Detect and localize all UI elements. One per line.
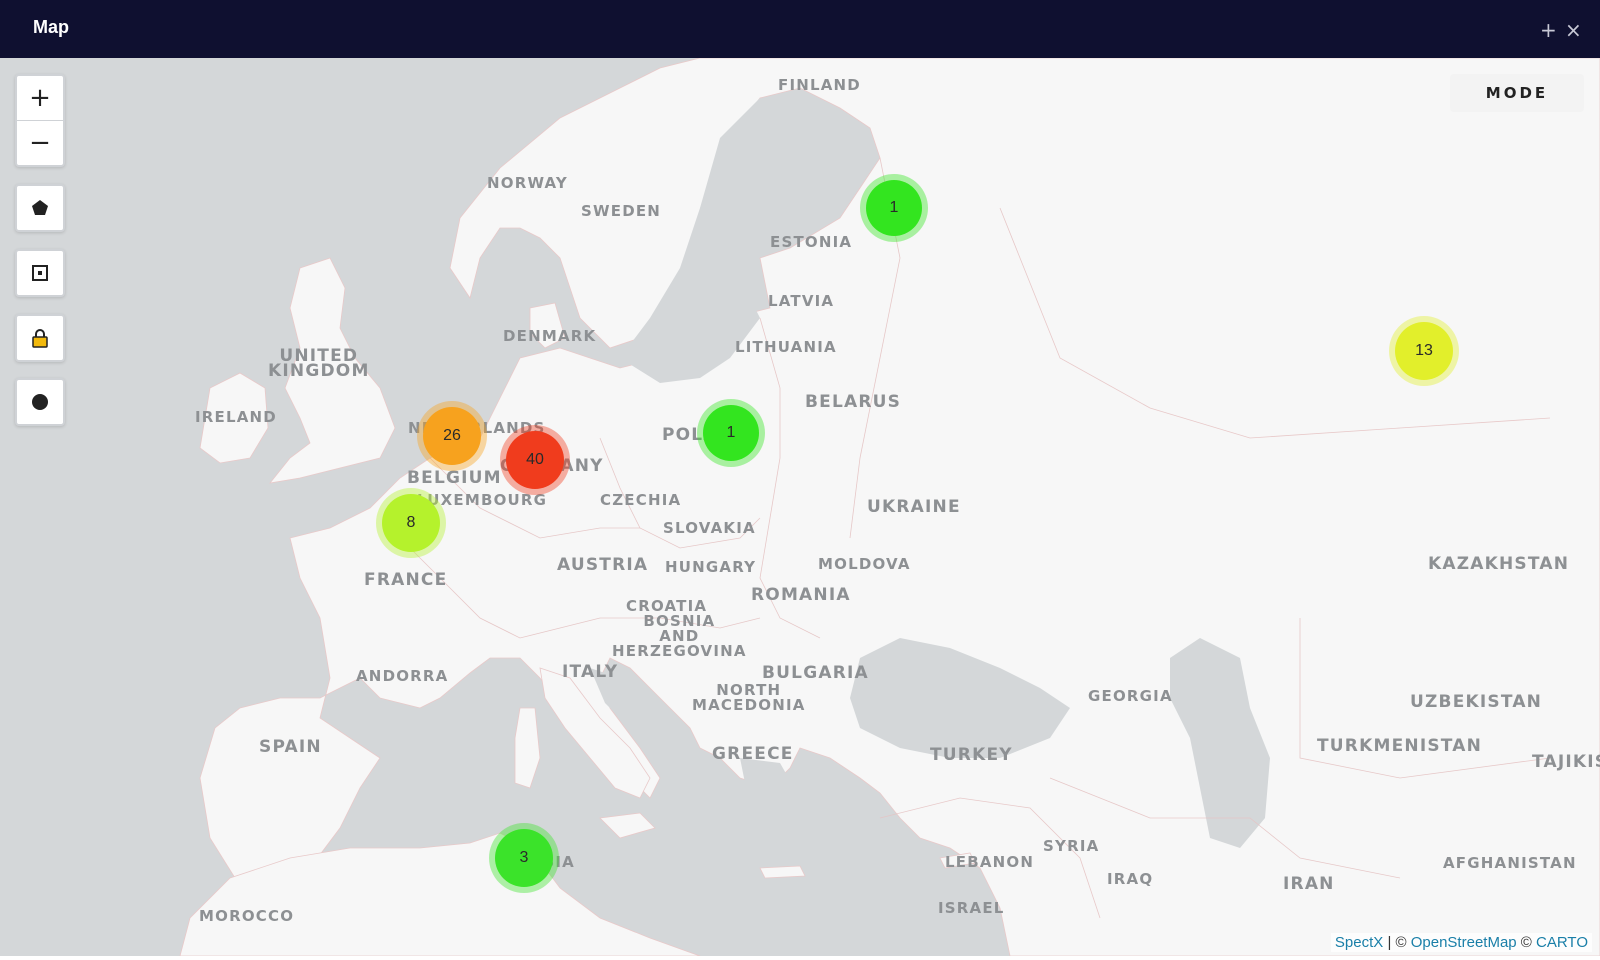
lock-icon [32, 329, 48, 348]
label-afghanistan: AFGHANISTAN [1443, 854, 1577, 872]
label-romania: ROMANIA [751, 585, 851, 605]
rectangle-tool [15, 249, 65, 297]
label-france: FRANCE [364, 570, 448, 590]
label-tajikistan: TAJIKIS [1532, 752, 1600, 772]
cluster-count: 40 [526, 451, 544, 468]
cluster-count: 26 [443, 427, 461, 444]
cluster-russia-urals[interactable]: 13 [1395, 322, 1453, 380]
zoom-control: + − [15, 74, 65, 167]
square-select-icon [32, 265, 48, 281]
rectangle-tool-button[interactable] [17, 251, 63, 295]
label-uzbekistan: UZBEKISTAN [1410, 692, 1543, 712]
window-title: Map [33, 17, 69, 37]
circle-tool-button[interactable] [17, 380, 63, 424]
label-ukraine: UKRAINE [867, 497, 961, 517]
label-kazakhstan: KAZAKHSTAN [1428, 554, 1570, 574]
cluster-count: 13 [1415, 342, 1433, 359]
label-bulgaria: BULGARIA [762, 663, 869, 683]
polygon-tool [15, 184, 65, 232]
lock-button[interactable] [17, 316, 63, 360]
mode-button[interactable]: MODE [1450, 74, 1584, 112]
label-morocco: MOROCCO [199, 907, 295, 925]
cluster-count: 3 [519, 849, 529, 866]
spectx-link[interactable]: SpectX [1335, 934, 1383, 951]
cluster-netherlands[interactable]: 26 [423, 407, 481, 465]
cluster-france[interactable]: 8 [382, 494, 440, 552]
label-denmark: DENMARK [503, 327, 597, 345]
label-united-kingdom: UNITED KINGDOM [268, 346, 370, 381]
label-turkey: TURKEY [930, 745, 1013, 765]
zoom-in-button[interactable]: + [17, 76, 63, 120]
label-syria: SYRIA [1043, 837, 1100, 855]
circle-icon [32, 394, 48, 410]
close-icon[interactable]: × [1565, 20, 1582, 40]
label-czechia: CZECHIA [600, 491, 682, 509]
circle-tool [15, 378, 65, 426]
land-crete [759, 865, 806, 879]
label-spain: SPAIN [259, 737, 322, 757]
label-luxembourg: LUXEMBOURG [417, 491, 548, 509]
label-estonia: ESTONIA [770, 233, 853, 251]
map-view[interactable]: FINLAND NORWAY SWEDEN ESTONIA LATVIA DEN… [0, 58, 1600, 956]
label-italy: ITALY [562, 662, 619, 682]
attribution-separator: | © [1383, 934, 1411, 951]
label-norway: NORWAY [487, 174, 568, 192]
label-sweden: SWEDEN [581, 202, 662, 220]
cluster-germany[interactable]: 40 [506, 431, 564, 489]
label-ireland: IRELAND [195, 408, 277, 426]
polygon-tool-button[interactable] [17, 186, 63, 230]
label-north-macedonia: NORTH MACEDONIA [692, 681, 806, 714]
title-bar: Map + × [0, 0, 1600, 58]
polygon-icon [32, 200, 48, 215]
label-moldova: MOLDOVA [818, 555, 911, 573]
land-corsica-sardinia [514, 707, 541, 789]
label-latvia: LATVIA [768, 292, 835, 310]
cluster-russia-northwest[interactable]: 1 [866, 180, 922, 236]
label-bosnia-and-herzegovina: BOSNIA AND HERZEGOVINA [612, 612, 747, 660]
openstreetmap-link[interactable]: OpenStreetMap [1411, 934, 1517, 951]
label-slovakia: SLOVAKIA [663, 519, 756, 537]
add-panel-icon[interactable]: + [1540, 20, 1557, 40]
lock-tool [15, 314, 65, 362]
cluster-count: 1 [726, 424, 736, 441]
label-finland: FINLAND [778, 76, 861, 94]
label-lithuania: LITHUANIA [735, 338, 837, 356]
attribution-separator: © [1516, 934, 1537, 951]
cluster-count: 1 [889, 199, 899, 216]
label-georgia: GEORGIA [1088, 687, 1173, 705]
label-belarus: BELARUS [805, 392, 902, 412]
land-sicily [599, 812, 656, 839]
label-lebanon: LEBANON [945, 853, 1035, 871]
zoom-out-button[interactable]: − [17, 120, 63, 165]
cluster-tunisia[interactable]: 3 [495, 829, 553, 887]
label-israel: ISRAEL [938, 899, 1005, 917]
label-belgium: BELGIUM [407, 468, 502, 488]
label-iraq: IRAQ [1107, 870, 1154, 888]
map-basemap [179, 58, 1600, 956]
label-greece: GREECE [712, 744, 794, 764]
label-hungary: HUNGARY [665, 558, 757, 576]
cluster-count: 8 [406, 514, 416, 531]
label-andorra: ANDORRA [356, 667, 449, 685]
sea-aegean [740, 758, 800, 848]
map-attribution: SpectX | © OpenStreetMap © CARTO [1330, 933, 1592, 952]
carto-link[interactable]: CARTO [1536, 934, 1588, 951]
label-turkmenistan: TURKMENISTAN [1317, 736, 1483, 756]
cluster-poland[interactable]: 1 [703, 405, 759, 461]
label-iran: IRAN [1283, 874, 1335, 894]
label-austria: AUSTRIA [557, 555, 649, 575]
